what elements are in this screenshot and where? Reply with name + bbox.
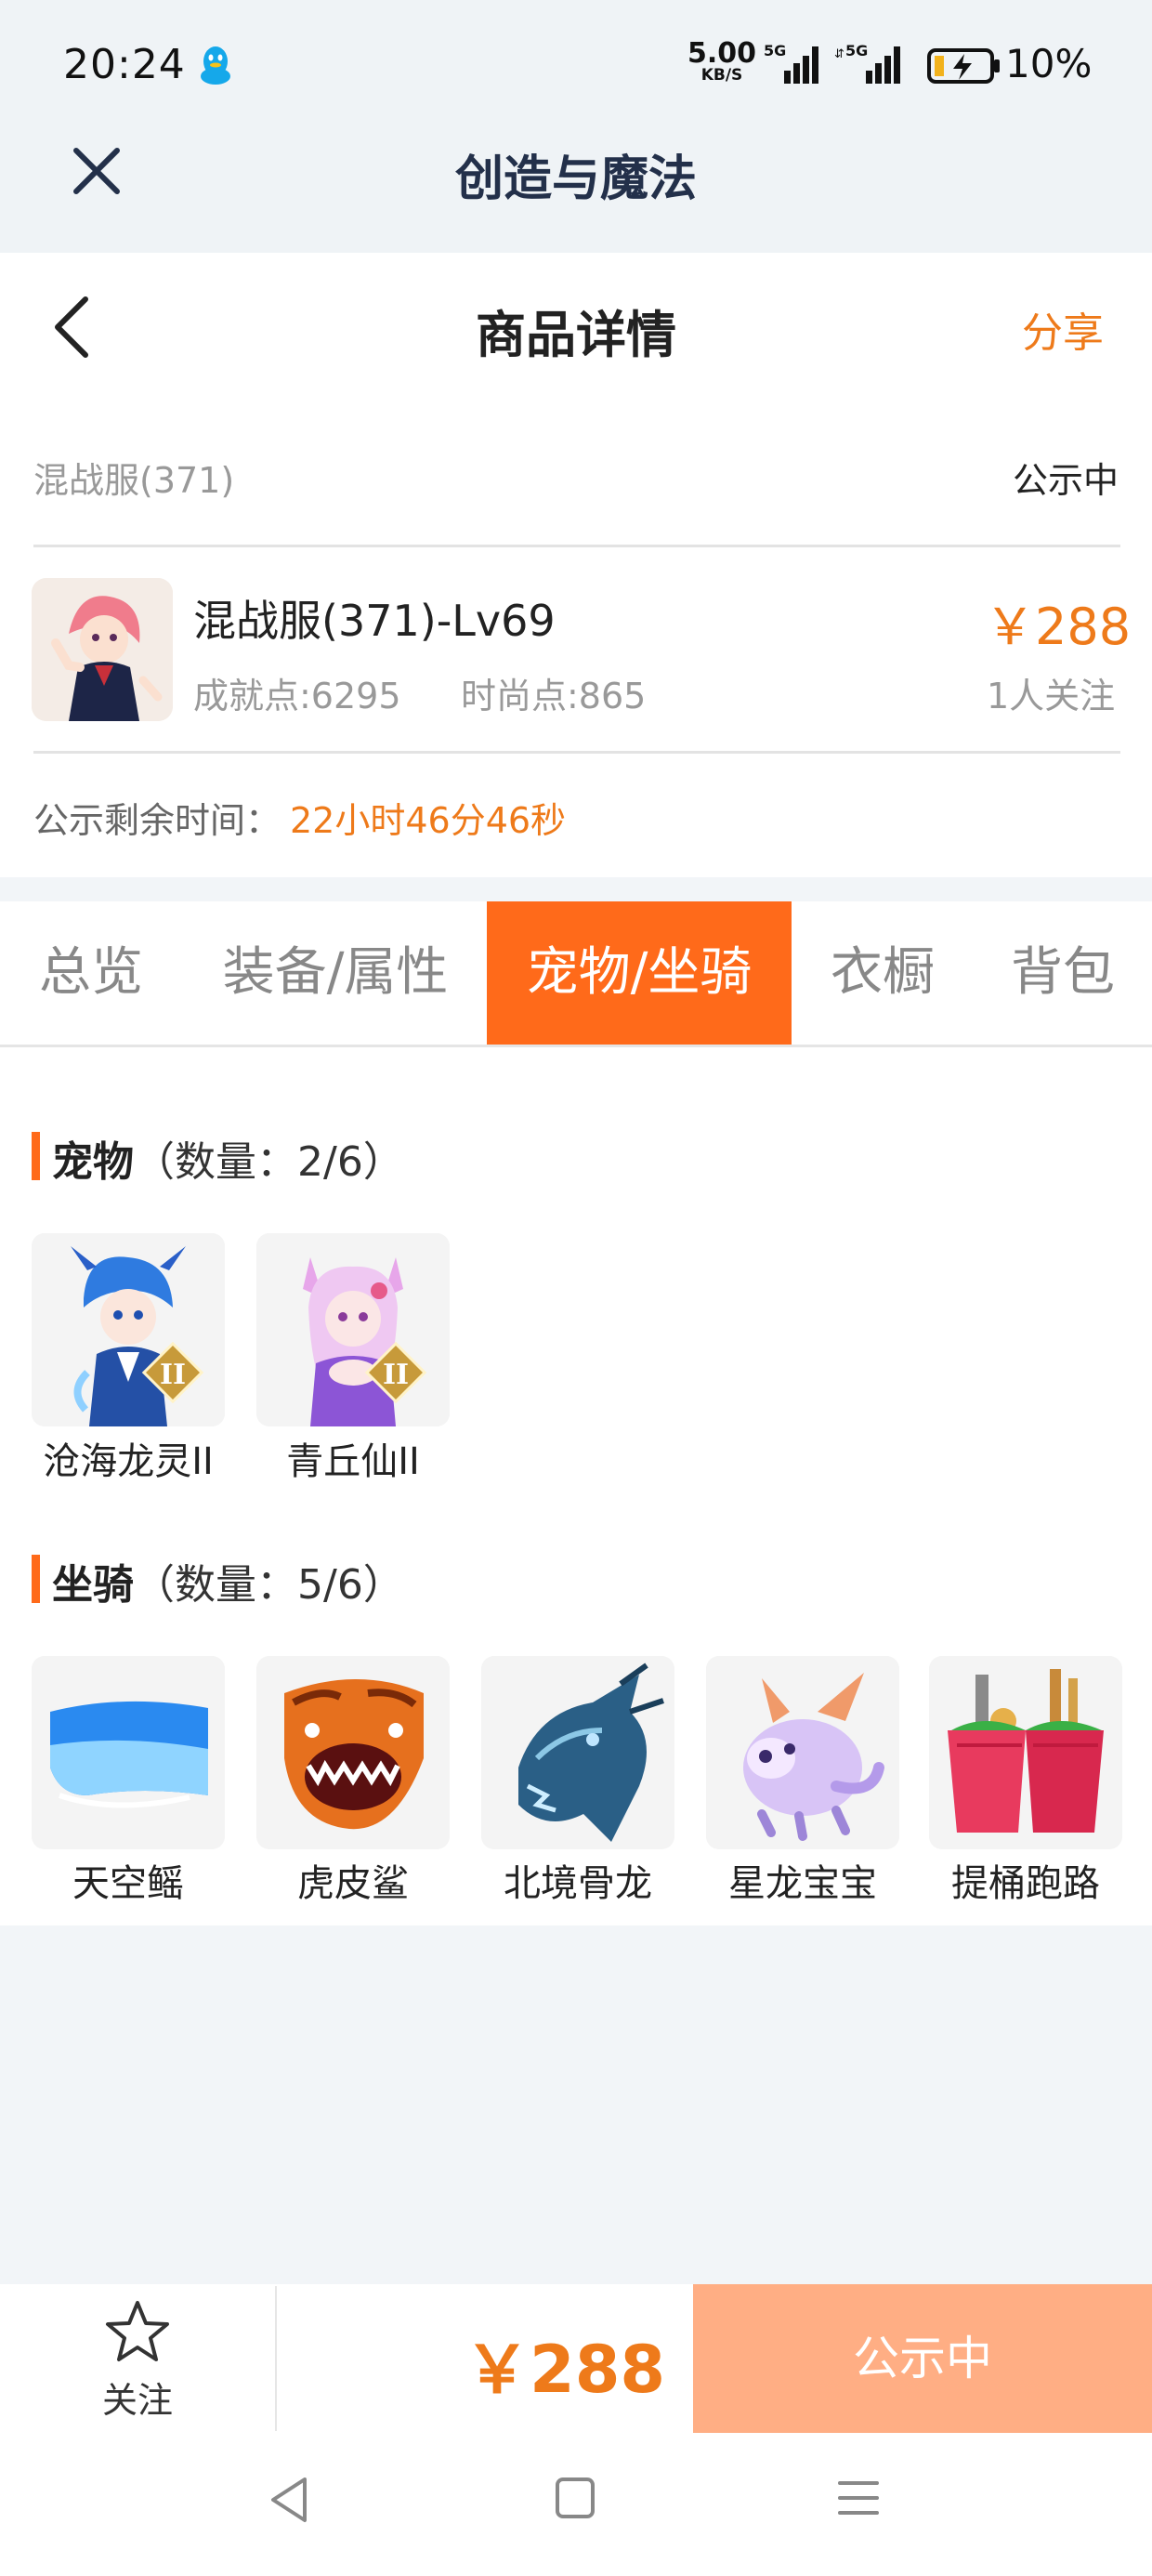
follower-count: 1人关注 bbox=[987, 676, 1116, 716]
mounts-section-title: 坐骑（数量：5/6） bbox=[52, 1561, 404, 1609]
tab-backpack[interactable]: 背包 bbox=[972, 901, 1152, 1045]
follow-label: 关注 bbox=[101, 2380, 173, 2421]
divider bbox=[33, 545, 1120, 547]
divider bbox=[33, 751, 1120, 754]
qq-penguin-icon bbox=[197, 45, 234, 91]
character-avatar[interactable] bbox=[32, 578, 173, 721]
tab-pets-mounts[interactable]: 宠物/坐骑 bbox=[487, 901, 792, 1045]
status-time: 20:24 bbox=[63, 41, 186, 88]
app-header-area bbox=[0, 0, 1152, 253]
pets-section-title: 宠物（数量：2/6） bbox=[52, 1138, 404, 1186]
achievement-points: 成就点:6295 bbox=[193, 676, 401, 716]
status-action-button[interactable]: 公示中 bbox=[693, 2284, 1152, 2433]
system-nav-bar bbox=[0, 2433, 1152, 2576]
remaining-time-value: 22小时46分46秒 bbox=[290, 800, 567, 841]
listing-status: 公示中 bbox=[1013, 460, 1119, 501]
pet-tile[interactable]: II bbox=[32, 1233, 225, 1426]
mount-name: 星龙宝宝 bbox=[728, 1862, 877, 1905]
mount-name: 提桶跑路 bbox=[951, 1862, 1100, 1905]
bucket-icon bbox=[929, 1656, 1122, 1849]
share-button[interactable]: 分享 bbox=[1022, 299, 1104, 359]
svg-text:5G: 5G bbox=[845, 43, 868, 59]
remaining-time-label: 公示剩余时间： bbox=[33, 800, 281, 841]
section-marker bbox=[32, 1555, 40, 1603]
follow-button[interactable]: 关注 bbox=[56, 2299, 219, 2421]
mount-name: 虎皮鲨 bbox=[297, 1862, 409, 1905]
fox-fairy-icon: II bbox=[256, 1233, 450, 1426]
star-dragon-baby-icon bbox=[706, 1656, 899, 1849]
mount-tile[interactable] bbox=[706, 1656, 899, 1849]
svg-text:II: II bbox=[160, 1359, 186, 1391]
signal-5g-icon: 5G bbox=[764, 42, 825, 89]
divider bbox=[275, 2286, 277, 2431]
nav-menu-icon[interactable] bbox=[836, 2477, 881, 2518]
page-title: 商品详情 bbox=[476, 306, 676, 364]
tiger-shark-icon bbox=[256, 1656, 450, 1849]
star-icon bbox=[106, 2301, 169, 2361]
signal-5g-icon: ⇵ 5G bbox=[834, 42, 909, 89]
sky-ray-icon bbox=[32, 1656, 225, 1849]
item-price: ￥288 bbox=[985, 598, 1132, 656]
tab-equipment[interactable]: 装备/属性 bbox=[186, 901, 485, 1045]
pet-name: 青丘仙II bbox=[286, 1440, 420, 1483]
bone-dragon-icon bbox=[481, 1656, 674, 1849]
mount-name: 北境骨龙 bbox=[504, 1862, 652, 1905]
pet-tile[interactable]: II bbox=[256, 1233, 450, 1426]
tab-wardrobe[interactable]: 衣橱 bbox=[792, 901, 974, 1045]
app-title: 创造与魔法 bbox=[454, 151, 697, 207]
battery-icon bbox=[927, 48, 1001, 89]
server-name: 混战服(371) bbox=[33, 460, 235, 501]
mount-tile[interactable] bbox=[256, 1656, 450, 1849]
blue-dragon-spirit-icon: II bbox=[32, 1233, 225, 1426]
tab-overview[interactable]: 总览 bbox=[0, 901, 182, 1045]
fashion-points: 时尚点:865 bbox=[461, 676, 647, 716]
nav-back-icon[interactable] bbox=[266, 2474, 312, 2526]
item-name: 混战服(371)-Lv69 bbox=[193, 596, 556, 646]
nav-home-icon[interactable] bbox=[554, 2476, 596, 2520]
svg-text:⇵: ⇵ bbox=[834, 47, 844, 61]
mount-tile[interactable] bbox=[481, 1656, 674, 1849]
tab-bar: 总览 装备/属性 宠物/坐骑 衣橱 背包 bbox=[0, 901, 1152, 1047]
bottom-price: ￥288 bbox=[465, 2332, 666, 2408]
section-marker bbox=[32, 1132, 40, 1180]
mount-tile[interactable] bbox=[32, 1656, 225, 1849]
network-speed: 5.00 KB/S bbox=[687, 37, 757, 85]
mount-tile[interactable] bbox=[929, 1656, 1122, 1849]
svg-text:II: II bbox=[383, 1359, 409, 1391]
pet-name: 沧海龙灵II bbox=[43, 1440, 214, 1483]
mount-name: 天空鳐 bbox=[72, 1862, 184, 1905]
svg-text:5G: 5G bbox=[764, 43, 786, 59]
battery-percent: 10% bbox=[1005, 41, 1093, 86]
